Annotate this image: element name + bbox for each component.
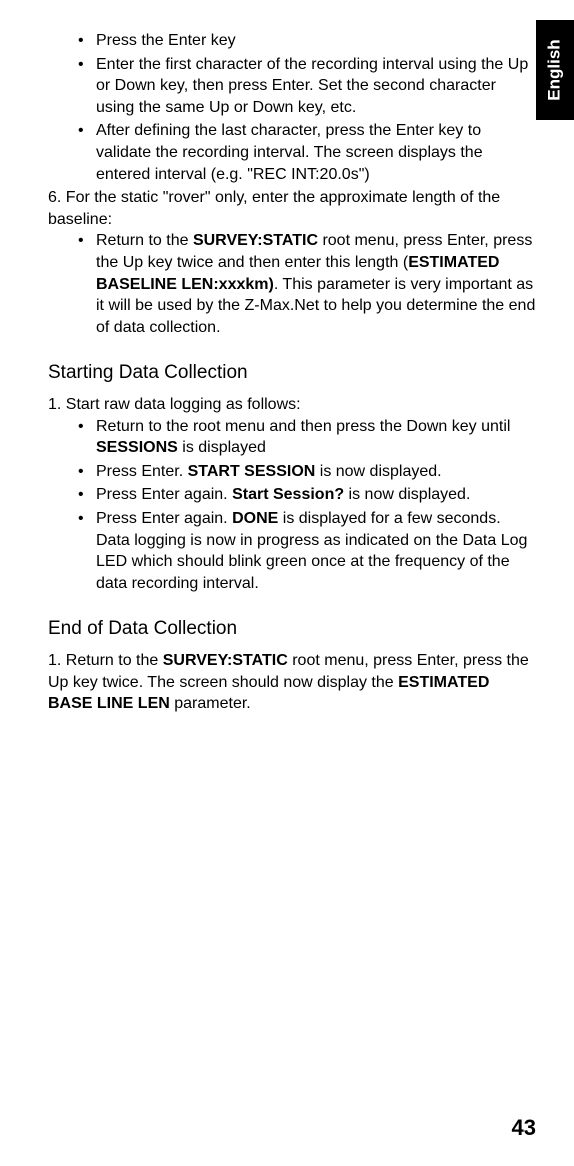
- page-content: Press the Enter key Enter the first char…: [0, 0, 574, 747]
- text: is displayed: [178, 439, 266, 456]
- bullet-item: Enter the first character of the recordi…: [66, 54, 536, 119]
- bold-text: Start Session?: [232, 486, 344, 503]
- step-1-lead: 1. Start raw data logging as follows:: [48, 394, 536, 416]
- bullet-item: Press Enter again. Start Session? is now…: [66, 484, 536, 506]
- heading-end: End of Data Collection: [48, 616, 536, 642]
- bold-text: DONE: [232, 510, 278, 527]
- bullet-text: Enter the first character of the recordi…: [96, 56, 528, 116]
- bold-text: SURVEY:STATIC: [193, 232, 318, 249]
- language-tab: English: [536, 20, 574, 120]
- top-bullet-block: Press the Enter key Enter the first char…: [48, 30, 536, 185]
- bullet-item: Return to the root menu and then press t…: [66, 416, 536, 459]
- text: Press Enter.: [96, 463, 188, 480]
- text: is now displayed.: [344, 486, 470, 503]
- bullet-text: After defining the last character, press…: [96, 122, 483, 182]
- text: is now displayed.: [315, 463, 441, 480]
- text: Press Enter again.: [96, 486, 232, 503]
- heading-starting: Starting Data Collection: [48, 360, 536, 386]
- bullet-text: Press the Enter key: [96, 32, 236, 49]
- step-6-lead: 6. For the static "rover" only, enter th…: [48, 187, 536, 230]
- bullet-item: Press the Enter key: [66, 30, 536, 52]
- text: Press Enter again.: [96, 510, 232, 527]
- bold-text: SURVEY:STATIC: [163, 652, 288, 669]
- text: 1. Return to the: [48, 652, 163, 669]
- language-label: English: [545, 39, 565, 100]
- bullet-item: Press Enter again. DONE is displayed for…: [66, 508, 536, 594]
- bullet-item: After defining the last character, press…: [66, 120, 536, 185]
- page-number: 43: [512, 1115, 536, 1141]
- bold-text: START SESSION: [188, 463, 316, 480]
- text: Return to the root menu and then press t…: [96, 418, 510, 435]
- step-6: 6. For the static "rover" only, enter th…: [48, 187, 536, 338]
- bold-text: SESSIONS: [96, 439, 178, 456]
- bullet-item: Return to the SURVEY:STATIC root menu, p…: [66, 230, 536, 338]
- bullet-item: Press Enter. START SESSION is now displa…: [66, 461, 536, 483]
- end-section: 1. Return to the SURVEY:STATIC root menu…: [48, 650, 536, 715]
- text: Return to the: [96, 232, 193, 249]
- text: parameter.: [170, 695, 251, 712]
- starting-section: 1. Start raw data logging as follows: Re…: [48, 394, 536, 594]
